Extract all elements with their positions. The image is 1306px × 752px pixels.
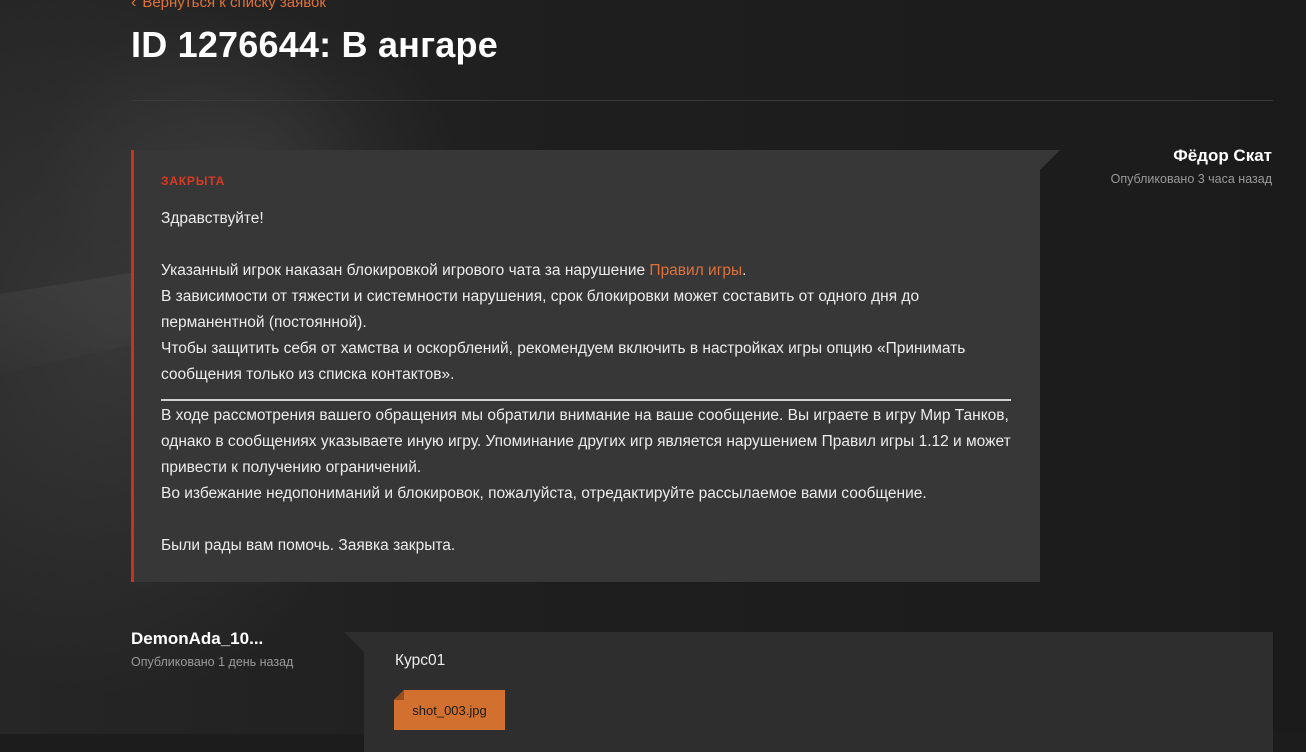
paragraph-5: Во избежание недопониманий и блокировок,…	[161, 485, 927, 502]
paragraph-1: Указанный игрок наказан блокировкой игро…	[161, 262, 747, 279]
page-title: ID 1276644: В ангаре	[131, 24, 498, 65]
attachment-file[interactable]: shot_003.jpg	[394, 690, 505, 730]
support-author-name: Фёдор Скат	[1173, 146, 1272, 165]
closing-text: Были рады вам помочь. Заявка закрыта.	[161, 537, 456, 554]
message-divider	[161, 399, 1011, 401]
status-badge: ЗАКРЫТА	[161, 174, 226, 188]
reply-message: Здравствуйте! Указанный игрок наказан бл…	[161, 206, 1011, 559]
greeting-text: Здравствуйте!	[161, 210, 264, 227]
user-message-text: Курс01	[395, 652, 446, 669]
user-author: DemonAda_10... Опубликовано 1 день назад	[131, 629, 293, 669]
user-author-name: DemonAda_10...	[131, 629, 264, 648]
back-link-label: Вернуться к списку заявок	[142, 0, 326, 11]
attachment-filename: shot_003.jpg	[412, 702, 487, 718]
support-published-time: Опубликовано 3 часа назад	[1110, 172, 1272, 186]
header-divider	[131, 100, 1273, 101]
paragraph-2: В зависимости от тяжести и системности н…	[161, 288, 920, 331]
card-corner	[344, 632, 364, 652]
back-to-list-link[interactable]: ‹ Вернуться к списку заявок	[131, 0, 326, 11]
paragraph-3: Чтобы защитить себя от хамства и оскорбл…	[161, 340, 966, 383]
game-rules-link[interactable]: Правил игры	[649, 262, 742, 279]
support-author: Фёдор Скат Опубликовано 3 часа назад	[1111, 146, 1272, 186]
user-message-card: Курс01 shot_003.jpg	[344, 632, 1273, 752]
paragraph-4: В ходе рассмотрения вашего обращения мы …	[161, 407, 1011, 476]
file-fold-icon	[394, 690, 404, 700]
user-published-time: Опубликовано 1 день назад	[131, 655, 294, 669]
card-corner	[1040, 150, 1060, 170]
support-reply-card: ЗАКРЫТА Здравствуйте! Указанный игрок на…	[131, 150, 1060, 582]
chevron-left-icon: ‹	[131, 0, 137, 11]
